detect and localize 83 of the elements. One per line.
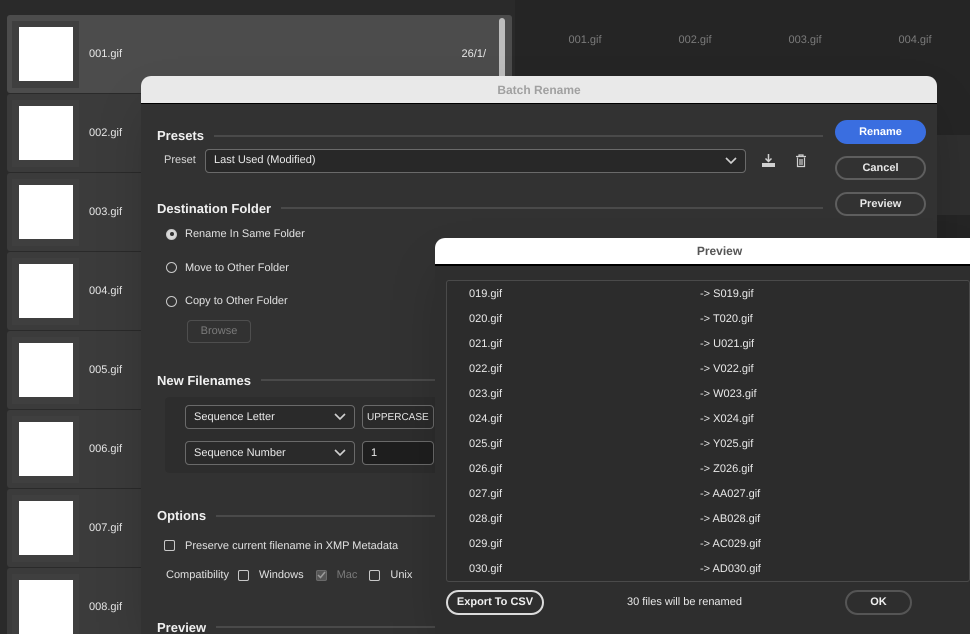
checkbox-label: Unix xyxy=(390,568,412,583)
original-filename: 026.gif xyxy=(468,462,504,478)
thumbnail-label: 001.gif xyxy=(567,33,603,48)
new-filename: -> Y025.gif xyxy=(700,437,754,452)
number-field[interactable]: 1 xyxy=(362,441,434,465)
checkbox[interactable] xyxy=(369,570,380,581)
file-name: 002.gif xyxy=(89,126,122,141)
thumbnail-image xyxy=(18,501,72,555)
rename-summary: 30 files will be renamed xyxy=(627,595,742,610)
file-name: 007.gif xyxy=(89,520,122,536)
ok-button[interactable]: OK xyxy=(844,590,912,615)
thumbnail-label: 004.gif xyxy=(897,33,933,48)
new-filename: -> AB028.gif xyxy=(700,512,760,528)
dialog-button[interactable]: Cancel xyxy=(835,156,926,180)
original-filename: 025.gif xyxy=(468,437,504,452)
radio-label: Rename In Same Folder xyxy=(185,227,305,242)
trash-icon xyxy=(795,154,807,168)
download-icon xyxy=(761,154,776,167)
thumbnail-image xyxy=(18,27,72,81)
original-filename: 019.gif xyxy=(468,287,504,302)
dialog-button[interactable]: Preview xyxy=(835,192,926,216)
chevron-icon xyxy=(334,449,346,457)
new-filename: -> W023.gif xyxy=(700,387,757,402)
file-name: 001.gif xyxy=(89,46,122,62)
radio-button[interactable] xyxy=(166,296,177,307)
field-label: Compatibility xyxy=(166,568,229,583)
original-filename: 023.gif xyxy=(468,387,504,402)
file-name: 006.gif xyxy=(89,442,122,457)
thumbnail-image xyxy=(18,106,72,160)
original-filename: 020.gif xyxy=(468,312,504,328)
new-filename: -> Z026.gif xyxy=(700,462,753,478)
section-heading: Options xyxy=(157,507,206,525)
original-filename: 024.gif xyxy=(468,412,504,428)
thumbnail-label: 002.gif xyxy=(677,33,713,48)
radio-button[interactable] xyxy=(166,262,177,274)
field-label: Preset xyxy=(164,153,197,168)
checkbox[interactable] xyxy=(238,570,249,581)
checkbox-label: Mac xyxy=(336,568,358,583)
new-filename: -> AD030.gif xyxy=(700,562,761,578)
file-date: 26/1/ xyxy=(462,46,486,62)
file-name: 005.gif xyxy=(89,362,122,378)
thumbnail-image xyxy=(18,422,72,476)
section-heading: Presets xyxy=(157,127,204,145)
case-dropdown[interactable]: UPPERCASE xyxy=(362,405,434,429)
export-csv-button[interactable]: Export To CSV xyxy=(446,590,544,615)
original-filename: 027.gif xyxy=(468,487,504,502)
new-filename: -> U021.gif xyxy=(700,337,754,352)
thumbnail-image xyxy=(18,343,72,397)
file-name: 004.gif xyxy=(89,284,122,299)
new-filename: -> V022.gif xyxy=(700,362,754,378)
checkbox-label: Windows xyxy=(258,568,304,583)
new-filename: -> X024.gif xyxy=(700,412,754,428)
file-name: 008.gif xyxy=(89,600,122,615)
original-filename: 028.gif xyxy=(468,512,504,528)
rule-type-dropdown[interactable]: Sequence Letter xyxy=(185,405,355,429)
checkbox[interactable] xyxy=(164,540,175,552)
radio-label: Move to Other Folder xyxy=(185,260,289,276)
section-heading: Destination Folder xyxy=(157,200,272,218)
thumbnail-image xyxy=(18,580,72,634)
section-heading: New Filenames xyxy=(157,372,251,390)
rule-type-dropdown[interactable]: Sequence Number xyxy=(185,441,355,465)
file-name: 003.gif xyxy=(89,204,122,220)
new-filename: -> T020.gif xyxy=(700,312,753,328)
radio-button[interactable] xyxy=(166,228,177,240)
dialog-title: Preview xyxy=(435,238,970,266)
preset-dropdown[interactable]: Last Used (Modified) xyxy=(205,148,746,172)
chevron-icon xyxy=(725,156,737,164)
dialog-title: Batch Rename xyxy=(141,76,937,104)
checkbox-label: Preserve current filename in XMP Metadata xyxy=(185,538,398,554)
original-filename: 021.gif xyxy=(468,337,504,352)
thumbnail-image xyxy=(18,185,72,239)
thumbnail-image xyxy=(18,264,72,318)
original-filename: 030.gif xyxy=(468,562,504,578)
original-filename: 029.gif xyxy=(468,537,504,552)
new-filename: -> AA027.gif xyxy=(700,487,760,502)
radio-label: Copy to Other Folder xyxy=(185,294,288,309)
dialog-button[interactable]: Rename xyxy=(835,120,926,144)
section-heading: Preview xyxy=(157,618,206,634)
new-filename: -> S019.gif xyxy=(700,287,754,302)
chevron-icon xyxy=(334,413,346,421)
original-filename: 022.gif xyxy=(468,362,504,378)
thumbnail-label: 003.gif xyxy=(787,33,823,48)
new-filename: -> AC029.gif xyxy=(700,537,761,552)
